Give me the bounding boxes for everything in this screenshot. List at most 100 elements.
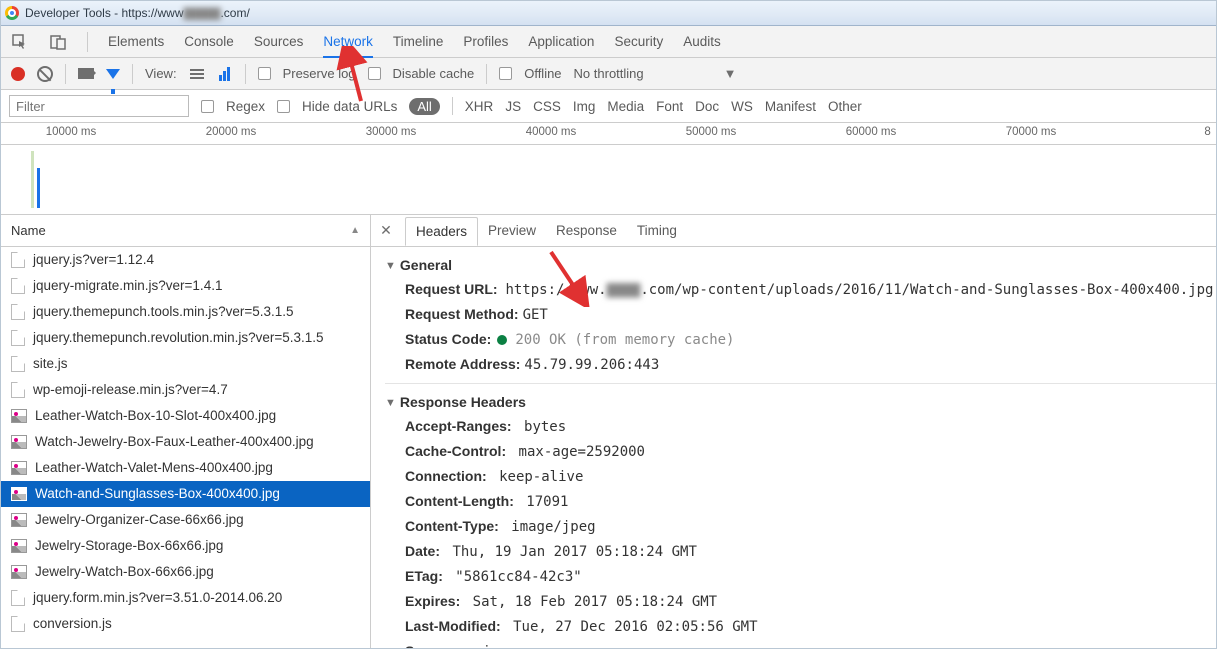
timeline-ruler[interactable]: 8 10000 ms20000 ms30000 ms40000 ms50000 … — [1, 123, 1216, 145]
tab-profiles[interactable]: Profiles — [463, 27, 508, 57]
filter-type-doc[interactable]: Doc — [695, 99, 719, 114]
response-header-key: Accept-Ranges: — [405, 418, 512, 434]
tab-network[interactable]: Network — [323, 27, 373, 58]
response-header-key: Connection: — [405, 468, 487, 484]
request-method-key: Request Method: — [405, 306, 519, 322]
request-method-value: GET — [523, 307, 548, 323]
tab-sources[interactable]: Sources — [254, 27, 304, 57]
filter-type-manifest[interactable]: Manifest — [765, 99, 816, 114]
preserve-log-checkbox[interactable] — [258, 67, 271, 80]
request-row[interactable]: Leather-Watch-Valet-Mens-400x400.jpg — [1, 455, 370, 481]
ruler-tick: 70000 ms — [1006, 126, 1057, 138]
image-file-icon — [11, 461, 27, 475]
devtools-tabstrip: Elements Console Sources Network Timeline Pro… — [1, 26, 1216, 58]
request-row[interactable]: jquery.js?ver=1.12.4 — [1, 247, 370, 273]
request-row[interactable]: site.js — [1, 351, 370, 377]
tab-console[interactable]: Console — [184, 27, 234, 57]
filter-type-js[interactable]: JS — [505, 99, 521, 114]
response-header-key: Date: — [405, 543, 440, 559]
regex-checkbox[interactable] — [201, 100, 214, 113]
request-name: conversion.js — [33, 616, 112, 631]
subtab-response[interactable]: Response — [546, 217, 627, 245]
filter-type-xhr[interactable]: XHR — [465, 99, 494, 114]
request-row[interactable]: Watch-Jewelry-Box-Faux-Leather-400x400.j… — [1, 429, 370, 455]
close-details-button[interactable]: ✕ — [377, 222, 395, 240]
request-name: jquery.js?ver=1.12.4 — [33, 252, 154, 267]
request-row[interactable]: Jewelry-Storage-Box-66x66.jpg — [1, 533, 370, 559]
request-row[interactable]: jquery-migrate.min.js?ver=1.4.1 — [1, 273, 370, 299]
response-header-key: Last-Modified: — [405, 618, 501, 634]
image-file-icon — [11, 513, 27, 527]
window-titlebar: Developer Tools - https://www▇▇▇▇.com/ — [1, 1, 1216, 26]
filter-type-font[interactable]: Font — [656, 99, 683, 114]
throttling-dropdown[interactable]: No throttling▼ — [574, 66, 737, 81]
tab-timeline[interactable]: Timeline — [393, 27, 444, 57]
tab-application[interactable]: Application — [528, 27, 594, 57]
filter-input[interactable] — [9, 95, 189, 117]
request-row[interactable]: wp-emoji-release.min.js?ver=4.7 — [1, 377, 370, 403]
subtab-timing[interactable]: Timing — [627, 217, 687, 245]
ruler-tick: 50000 ms — [686, 126, 737, 138]
timeline-overview[interactable] — [1, 145, 1216, 215]
response-headers-toggle[interactable]: ▼Response Headers — [385, 390, 1216, 414]
request-row[interactable]: conversion.js — [1, 611, 370, 637]
request-row[interactable]: Jewelry-Watch-Box-66x66.jpg — [1, 559, 370, 585]
response-header-value: "5861cc84-42c3" — [447, 569, 582, 585]
filter-type-other[interactable]: Other — [828, 99, 862, 114]
device-toggle-icon[interactable] — [49, 33, 67, 51]
preserve-log-label: Preserve log — [283, 66, 356, 81]
request-name: Watch-Jewelry-Box-Faux-Leather-400x400.j… — [35, 434, 314, 449]
name-column-header[interactable]: Name▲ — [1, 215, 370, 247]
image-file-icon — [11, 539, 27, 553]
ruler-tick: 20000 ms — [206, 126, 257, 138]
request-name: jquery.themepunch.revolution.min.js?ver=… — [33, 330, 324, 345]
tab-elements[interactable]: Elements — [108, 27, 164, 57]
response-header-value: max-age=2592000 — [510, 444, 645, 460]
response-header-value: nginx — [457, 644, 508, 648]
request-row[interactable]: jquery.form.min.js?ver=3.51.0-2014.06.20 — [1, 585, 370, 611]
request-name: Watch-and-Sunglasses-Box-400x400.jpg — [35, 486, 280, 501]
ruler-tick: 60000 ms — [846, 126, 897, 138]
request-row[interactable]: jquery.themepunch.tools.min.js?ver=5.3.1… — [1, 299, 370, 325]
filter-type-css[interactable]: CSS — [533, 99, 561, 114]
response-header-value: bytes — [516, 419, 567, 435]
request-row[interactable]: Watch-and-Sunglasses-Box-400x400.jpg — [1, 481, 370, 507]
filter-type-all[interactable]: All — [409, 98, 439, 115]
remote-address-value: 45.79.99.206:443 — [524, 357, 659, 373]
subtab-headers[interactable]: Headers — [405, 217, 478, 246]
script-file-icon — [11, 304, 25, 320]
large-rows-icon[interactable] — [189, 67, 205, 81]
tab-audits[interactable]: Audits — [683, 27, 721, 57]
script-file-icon — [11, 382, 25, 398]
general-section-toggle[interactable]: ▼General — [385, 253, 1216, 277]
request-name: jquery.themepunch.tools.min.js?ver=5.3.1… — [33, 304, 294, 319]
response-header-key: Content-Type: — [405, 518, 499, 534]
chrome-icon — [5, 6, 19, 20]
inspect-icon[interactable] — [11, 33, 29, 51]
filter-type-img[interactable]: Img — [573, 99, 596, 114]
image-file-icon — [11, 409, 27, 423]
filter-type-ws[interactable]: WS — [731, 99, 753, 114]
filter-toggle-icon[interactable] — [106, 69, 120, 79]
image-file-icon — [11, 435, 27, 449]
disable-cache-checkbox[interactable] — [368, 67, 381, 80]
request-row[interactable]: Leather-Watch-Box-10-Slot-400x400.jpg — [1, 403, 370, 429]
clear-button[interactable] — [37, 66, 53, 82]
request-row[interactable]: Jewelry-Organizer-Case-66x66.jpg — [1, 507, 370, 533]
hide-data-urls-checkbox[interactable] — [277, 100, 290, 113]
status-code-value: 200 OK (from memory cache) — [515, 332, 734, 348]
script-file-icon — [11, 616, 25, 632]
request-row[interactable]: jquery.themepunch.revolution.min.js?ver=… — [1, 325, 370, 351]
regex-label: Regex — [226, 99, 265, 114]
offline-checkbox[interactable] — [499, 67, 512, 80]
record-button[interactable] — [11, 67, 25, 81]
tab-security[interactable]: Security — [614, 27, 663, 57]
filter-type-media[interactable]: Media — [607, 99, 644, 114]
subtab-preview[interactable]: Preview — [478, 217, 546, 245]
response-header-value: Thu, 19 Jan 2017 05:18:24 GMT — [444, 544, 697, 560]
request-url-value: https://www.▇▇▇▇.com/wp-content/uploads/… — [505, 282, 1213, 298]
screenshot-icon[interactable] — [78, 68, 94, 79]
ruler-tick: 30000 ms — [366, 126, 417, 138]
waterfall-icon[interactable] — [217, 67, 233, 81]
ruler-tick: 40000 ms — [526, 126, 577, 138]
